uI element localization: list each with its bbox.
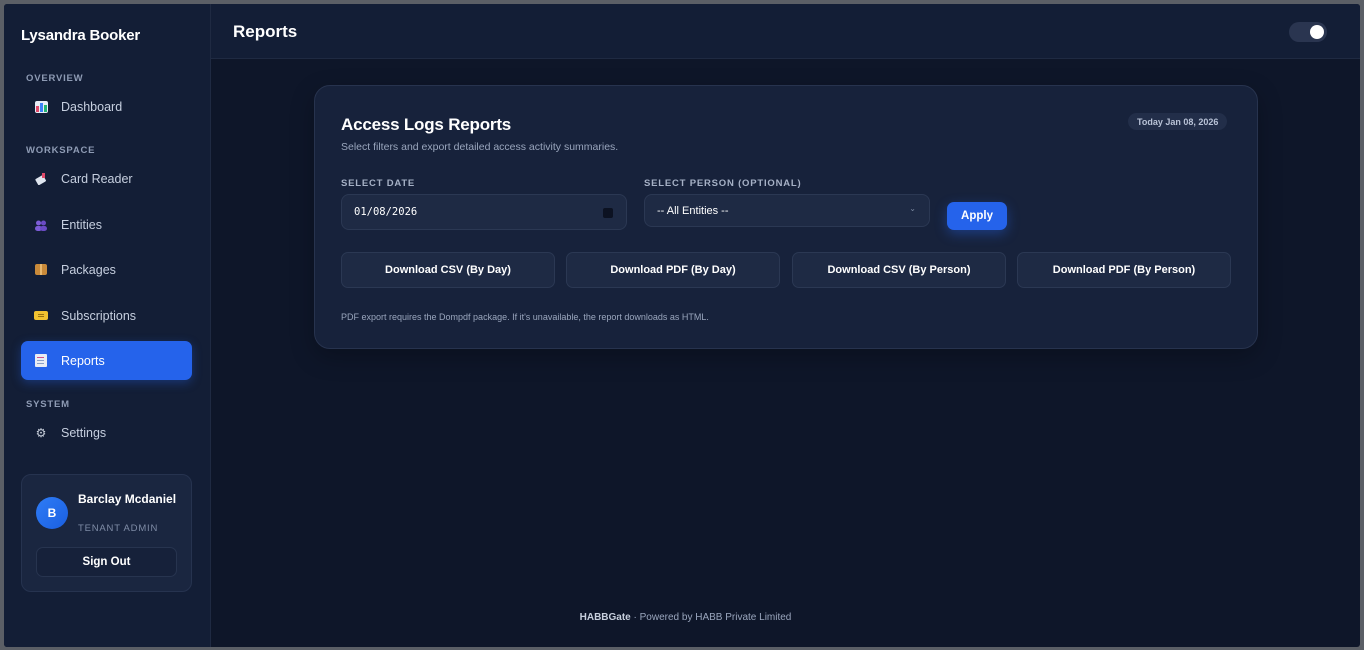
report-icon: [34, 354, 48, 368]
brand-name: Lysandra Booker: [21, 27, 140, 44]
gear-icon: ⚙: [35, 425, 47, 440]
section-label-system: SYSTEM: [26, 399, 70, 410]
chevron-down-icon: ⌄: [909, 204, 916, 213]
avatar: B: [36, 497, 68, 529]
person-select[interactable]: -- All Entities -- ⌄: [644, 194, 930, 227]
card-subtitle: Select filters and export detailed acces…: [341, 141, 619, 153]
download-csv-by-day-button[interactable]: Download CSV (By Day): [341, 252, 555, 288]
date-badge: Today Jan 08, 2026: [1128, 113, 1228, 130]
card-reader-icon: [34, 172, 48, 186]
sidebar-item-label: Card Reader: [61, 171, 133, 186]
sidebar-item-label: Packages: [61, 262, 116, 277]
person-field-label: SELECT PERSON (OPTIONAL): [644, 178, 802, 189]
calendar-icon[interactable]: [603, 208, 613, 218]
footer-brand: HABBGate: [579, 612, 631, 623]
section-label-workspace: WORKSPACE: [26, 145, 96, 156]
download-csv-by-person-button[interactable]: Download CSV (By Person): [792, 252, 1006, 288]
sidebar-item-settings[interactable]: ⚙ Settings: [21, 413, 192, 452]
package-icon: [34, 263, 48, 277]
ticket-icon: [34, 309, 48, 323]
footer: HABBGate · Powered by HABB Private Limit…: [211, 612, 1160, 623]
sidebar-item-reports[interactable]: Reports: [21, 341, 192, 380]
top-header: Reports: [211, 4, 1360, 59]
sidebar-item-card-reader[interactable]: Card Reader: [21, 159, 192, 198]
sidebar-item-packages[interactable]: Packages: [21, 250, 192, 289]
export-note: PDF export requires the Dompdf package. …: [341, 312, 709, 322]
app-window: Lysandra Booker OVERVIEW Dashboard WORKS…: [4, 4, 1360, 647]
page-title: Reports: [233, 22, 298, 41]
date-input[interactable]: 01/08/2026: [341, 194, 627, 230]
user-card: B Barclay Mcdaniel TENANT ADMIN Sign Out: [21, 474, 192, 592]
sidebar-item-label: Settings: [61, 425, 107, 440]
footer-text: · Powered by HABB Private Limited: [630, 612, 792, 623]
download-pdf-by-person-button[interactable]: Download PDF (By Person): [1017, 252, 1231, 288]
sidebar-item-label: Entities: [61, 217, 102, 232]
sidebar-item-label: Subscriptions: [61, 308, 137, 323]
bar-chart-icon: [34, 100, 48, 114]
person-select-value: -- All Entities --: [657, 204, 729, 217]
sidebar-item-entities[interactable]: Entities: [21, 205, 192, 244]
date-field-label: SELECT DATE: [341, 178, 416, 189]
sidebar: Lysandra Booker OVERVIEW Dashboard WORKS…: [4, 4, 211, 647]
people-icon: [34, 218, 48, 232]
sidebar-item-label: Reports: [61, 353, 105, 368]
access-logs-card: Access Logs Reports Select filters and e…: [314, 85, 1258, 349]
apply-button[interactable]: Apply: [947, 202, 1007, 230]
toggle-knob: [1310, 25, 1324, 39]
user-name: Barclay Mcdaniel: [78, 492, 177, 506]
sidebar-item-dashboard[interactable]: Dashboard: [21, 87, 192, 126]
sidebar-item-subscriptions[interactable]: Subscriptions: [21, 296, 192, 335]
theme-toggle[interactable]: [1289, 22, 1327, 42]
section-label-overview: OVERVIEW: [26, 73, 84, 84]
user-role: TENANT ADMIN: [78, 523, 159, 534]
sign-out-button[interactable]: Sign Out: [36, 547, 177, 577]
sidebar-item-label: Dashboard: [61, 99, 123, 114]
date-input-value: 01/08/2026: [354, 206, 418, 218]
download-pdf-by-day-button[interactable]: Download PDF (By Day): [566, 252, 780, 288]
card-title: Access Logs Reports: [341, 115, 512, 134]
